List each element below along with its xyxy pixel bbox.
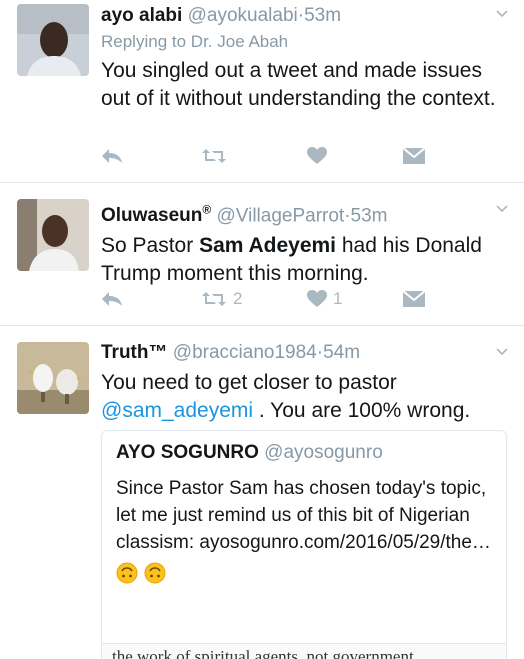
quoted-image-caption: the work of spiritual agents, not govern… bbox=[112, 647, 414, 659]
tweet-text: You singled out a tweet and made issues … bbox=[101, 59, 496, 110]
upside-down-face-icon bbox=[116, 562, 138, 584]
like-button[interactable]: 1 bbox=[307, 287, 342, 311]
tweet-text: You need to get closer to pastor @sam_ad… bbox=[101, 369, 510, 425]
tweet-3[interactable]: Truth™ @bracciano1984·54m You need to ge… bbox=[0, 326, 524, 659]
tweet-text: So Pastor Sam Adeyemi had his Donald Tru… bbox=[101, 232, 510, 288]
retweet-icon bbox=[202, 292, 226, 306]
tweet-actions bbox=[101, 144, 431, 168]
mention-link[interactable]: @sam_adeyemi bbox=[101, 399, 253, 422]
heart-icon bbox=[307, 147, 327, 164]
reply-context: Replying to Dr. Joe Abah bbox=[101, 31, 510, 53]
tweet-header: Truth™ @bracciano1984·54m bbox=[101, 341, 510, 365]
tweet-actions: 2 1 bbox=[101, 287, 431, 311]
display-name-text: Oluwaseun bbox=[101, 205, 203, 227]
timestamp[interactable]: 53m bbox=[351, 205, 388, 226]
reply-button[interactable] bbox=[101, 287, 123, 311]
retweet-icon bbox=[202, 149, 226, 163]
timestamp[interactable]: 53m bbox=[304, 5, 341, 26]
quoted-tweet-text: Since Pastor Sam has chosen today's topi… bbox=[116, 478, 491, 553]
avatar[interactable] bbox=[17, 199, 89, 271]
quoted-display-name: AYO SOGUNRO bbox=[116, 442, 259, 463]
display-name[interactable]: Oluwaseun® bbox=[101, 203, 212, 227]
registered-mark: ® bbox=[202, 203, 212, 217]
tweet-header: Oluwaseun® @VillageParrot·53m bbox=[101, 198, 510, 228]
retweet-count: 2 bbox=[233, 289, 243, 308]
tweet-text-end: . You are 100% wrong. bbox=[253, 399, 471, 422]
user-handle[interactable]: @VillageParrot bbox=[216, 205, 344, 226]
chevron-down-icon[interactable] bbox=[496, 203, 508, 215]
reply-user[interactable]: Dr. Joe Abah bbox=[191, 32, 288, 51]
heart-icon bbox=[307, 290, 327, 307]
tweet-1[interactable]: ayo alabi @ayokualabi·53m Replying to Dr… bbox=[0, 0, 524, 183]
chevron-down-icon[interactable] bbox=[496, 8, 508, 20]
direct-message-button[interactable] bbox=[403, 287, 425, 311]
tweet-header: ayo alabi @ayokualabi·53m bbox=[101, 4, 510, 28]
quoted-image-preview[interactable]: the work of spiritual agents, not govern… bbox=[102, 643, 506, 659]
direct-message-button[interactable] bbox=[403, 144, 425, 168]
reply-icon bbox=[102, 292, 122, 306]
retweet-button[interactable]: 2 bbox=[201, 287, 242, 311]
display-name[interactable]: ayo alabi bbox=[101, 5, 182, 26]
user-handle[interactable]: @ayokualabi bbox=[188, 5, 298, 26]
like-count: 1 bbox=[333, 289, 343, 308]
reply-prefix: Replying to bbox=[101, 32, 187, 51]
reply-button[interactable] bbox=[101, 144, 123, 168]
emoji-row bbox=[116, 562, 492, 588]
chevron-down-icon[interactable] bbox=[496, 346, 508, 358]
tweet-text-bold: Sam Adeyemi bbox=[199, 234, 337, 258]
quoted-tweet[interactable]: AYO SOGUNRO @ayosogunro Since Pastor Sam… bbox=[101, 430, 507, 659]
display-name[interactable]: Truth™ bbox=[101, 342, 168, 363]
avatar[interactable] bbox=[17, 342, 89, 414]
envelope-icon bbox=[403, 148, 425, 164]
timestamp[interactable]: 54m bbox=[323, 342, 360, 363]
upside-down-face-icon bbox=[144, 562, 166, 584]
quoted-tweet-header: AYO SOGUNRO @ayosogunro bbox=[116, 441, 492, 465]
tweet-2[interactable]: Oluwaseun® @VillageParrot·53m So Pastor … bbox=[0, 183, 524, 326]
reply-icon bbox=[102, 149, 122, 163]
avatar[interactable] bbox=[17, 4, 89, 76]
like-button[interactable] bbox=[307, 144, 333, 168]
user-handle[interactable]: @bracciano1984 bbox=[173, 342, 317, 363]
quoted-user-handle: @ayosogunro bbox=[264, 442, 383, 463]
tweet-text-start: You need to get closer to pastor bbox=[101, 371, 397, 394]
envelope-icon bbox=[403, 291, 425, 307]
retweet-button[interactable] bbox=[201, 144, 233, 168]
tweet-text-start: So Pastor bbox=[101, 234, 200, 258]
